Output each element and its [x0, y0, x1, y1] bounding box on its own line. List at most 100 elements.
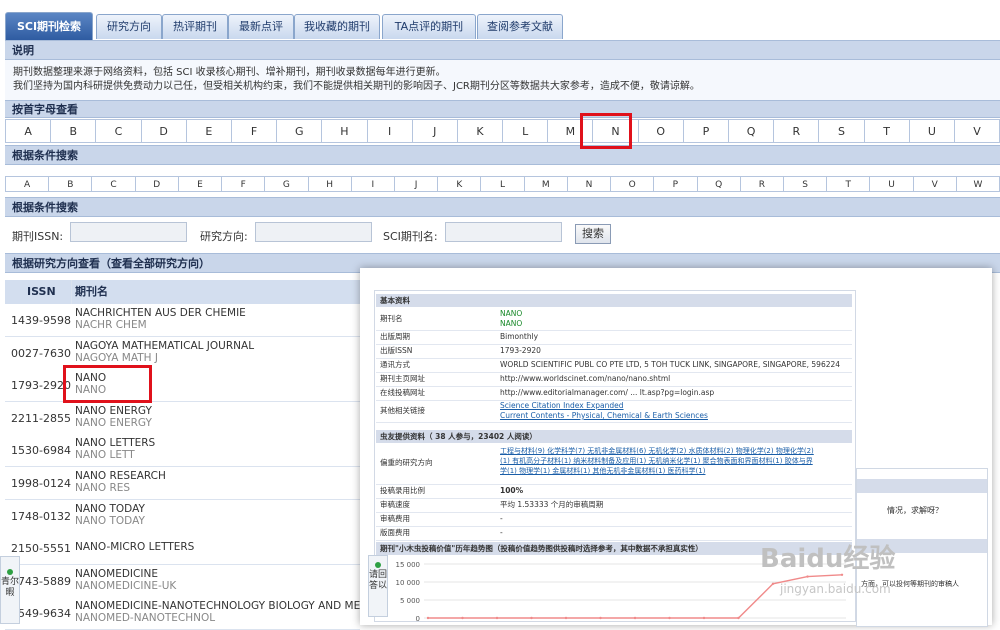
direction-input[interactable] [255, 222, 372, 242]
table-row[interactable]: 2150-5551 NANO-MICRO LETTERS [5, 532, 360, 566]
letter-link-k[interactable]: K [457, 119, 504, 143]
journal-title[interactable]: NANO-MICRO LETTERS [75, 541, 194, 553]
letter-link-o[interactable]: O [638, 119, 684, 143]
row-journal-name[interactable]: NACHRICHTEN AUS DER CHEMIE NACHR CHEM [75, 307, 246, 331]
letter-link-f[interactable]: F [231, 119, 278, 143]
row-journal-name[interactable]: NANOMEDICINE-NANOTECHNOLOGY BIOLOGY AND … [75, 600, 371, 624]
letter-link-alt-a[interactable]: A [5, 176, 50, 192]
detail-value-text: http://www.worldscinet.com/nano/nano.sht… [500, 374, 671, 383]
tab-latest-reviews[interactable]: 最新点评 [228, 14, 294, 39]
letter-link-alt-w[interactable]: W [956, 176, 1000, 192]
letter-link-alt-f[interactable]: F [222, 176, 266, 192]
tab-my-favorites[interactable]: 我收藏的期刊 [294, 14, 380, 39]
side-button-popup[interactable]: 请回答以 [368, 555, 388, 617]
journal-title[interactable]: NANOMEDICINE [75, 568, 176, 580]
table-row[interactable]: 1530-6984 NANO LETTERS NANO LETT [5, 434, 360, 468]
table-row[interactable]: 0027-7630 NAGOYA MATHEMATICAL JOURNAL NAGO… [5, 336, 360, 370]
letter-link-alt-j[interactable]: J [394, 176, 439, 192]
letter-link-r[interactable]: R [774, 119, 820, 143]
letter-link-alt-u[interactable]: U [870, 176, 914, 192]
notice-line-1: 期刊数据整理来源于网络资料，包括 SCI 收录核心期刊、增补期刊，期刊收录数据每… [13, 67, 446, 78]
letter-link-c[interactable]: C [96, 119, 142, 143]
letter-link-g[interactable]: G [277, 119, 323, 143]
table-row[interactable]: 1793-2920 NANO NANO [5, 369, 360, 403]
table-row[interactable]: 2211-2855 NANO ENERGY NANO ENERGY [5, 401, 360, 435]
letter-link-alt-p[interactable]: P [654, 176, 698, 192]
table-row[interactable]: 1439-9598 NACHRICHTEN AUS DER CHEMIE NACHR… [5, 304, 360, 337]
direction-line-3[interactable]: 学(1) 物理学(1) 金属材料(1) 其他无机非金属材料(1) 医药科学(1) [500, 466, 814, 476]
direction-line-1[interactable]: 工程与材料(9) 化学科学(7) 无机非金属材料(6) 无机化学(2) 水质体材… [500, 446, 814, 456]
y-tick-label: 10 000 [396, 579, 421, 587]
letter-link-alt-b[interactable]: B [49, 176, 93, 192]
letter-link-alt-g[interactable]: G [265, 176, 309, 192]
letter-link-alt-r[interactable]: R [740, 176, 784, 192]
tab-sci-search[interactable]: SCI期刊检索 [5, 12, 93, 41]
row-journal-name[interactable]: NAGOYA MATHEMATICAL JOURNAL NAGOYA MATH J [75, 340, 254, 364]
tab-ta-reviewed[interactable]: TA点评的期刊 [382, 14, 476, 39]
detail-value[interactable]: Science Citation Index Expanded Current C… [500, 401, 708, 421]
spacer [5, 166, 1000, 176]
letter-link-v[interactable]: V [954, 119, 1000, 143]
journal-title[interactable]: NANO LETTERS [75, 437, 155, 449]
letter-link-alt-s[interactable]: S [783, 176, 828, 192]
letter-link-e[interactable]: E [186, 119, 232, 143]
letter-link-alt-q[interactable]: Q [697, 176, 741, 192]
journal-title[interactable]: NAGOYA MATHEMATICAL JOURNAL [75, 340, 254, 352]
row-journal-name[interactable]: NANO-MICRO LETTERS [75, 541, 194, 553]
journal-title[interactable]: NANO TODAY [75, 503, 145, 515]
letter-link-b[interactable]: B [51, 119, 97, 143]
letter-link-p[interactable]: P [683, 119, 729, 143]
letter-link-d[interactable]: D [141, 119, 187, 143]
letter-link-alt-d[interactable]: D [135, 176, 179, 192]
letter-index-bottom: ABCDEFGHIJKLMNOPQRSTUVW [5, 176, 1000, 192]
letter-link-l[interactable]: L [503, 119, 549, 143]
letter-link-a[interactable]: A [5, 119, 52, 143]
journal-title[interactable]: NANOMEDICINE-NANOTECHNOLOGY BIOLOGY AND … [75, 600, 371, 612]
row-journal-name[interactable]: NANOMEDICINE NANOMEDICINE-UK [75, 568, 176, 592]
baidu-watermark: Baidu经验 [760, 544, 896, 574]
journal-title[interactable]: NACHRICHTEN AUS DER CHEMIE [75, 307, 246, 319]
issn-input[interactable] [70, 222, 187, 242]
letter-link-alt-t[interactable]: T [827, 176, 871, 192]
letter-link-u[interactable]: U [909, 119, 955, 143]
letter-link-alt-v[interactable]: V [913, 176, 957, 192]
letter-link-t[interactable]: T [864, 119, 910, 143]
tab-research-direction[interactable]: 研究方向 [96, 14, 162, 39]
journal-abbreviation: NACHR CHEM [75, 319, 147, 331]
table-row[interactable]: 1748-0132 NANO TODAY NANO TODAY [5, 499, 360, 533]
letter-link-q[interactable]: Q [729, 119, 775, 143]
letter-link-alt-l[interactable]: L [481, 176, 525, 192]
letter-link-alt-m[interactable]: M [524, 176, 568, 192]
letter-link-alt-k[interactable]: K [438, 176, 482, 192]
letter-link-alt-e[interactable]: E [178, 176, 223, 192]
row-issn: 0027-7630 [11, 346, 71, 360]
detail-value[interactable]: http://www.editorialmanager.com/ ... lt.… [500, 386, 714, 400]
row-journal-name[interactable]: NANO ENERGY NANO ENERGY [75, 405, 152, 429]
journal-name-input[interactable] [445, 222, 562, 242]
tab-hot-journals[interactable]: 热评期刊 [162, 14, 228, 39]
table-row[interactable]: 1998-0124 NANO RESEARCH NANO RES [5, 467, 360, 500]
row-journal-name[interactable]: NANO TODAY NANO TODAY [75, 503, 145, 527]
row-journal-name[interactable]: NANO LETTERS NANO LETT [75, 437, 155, 461]
direction-line-2[interactable]: (1) 有机高分子材料(1) 纳米材料制备及应用(1) 无机纳米化学(1) 聚合… [500, 456, 814, 466]
tab-references[interactable]: 查阅参考文献 [477, 14, 563, 39]
table-row[interactable]: 1743-5889 NANOMEDICINE NANOMEDICINE-UK [5, 564, 360, 598]
row-issn: 1748-0132 [11, 509, 71, 523]
letter-link-alt-o[interactable]: O [611, 176, 655, 192]
detail-value[interactable]: http://www.worldscinet.com/nano/nano.sht… [500, 372, 670, 386]
fee-value: - [500, 514, 503, 523]
search-button[interactable]: 搜索 [575, 224, 611, 244]
letter-link-alt-n[interactable]: N [567, 176, 612, 192]
letter-link-alt-c[interactable]: C [92, 176, 136, 192]
journal-title[interactable]: NANO RESEARCH [75, 470, 166, 482]
journal-title[interactable]: NANO ENERGY [75, 405, 152, 417]
letter-link-alt-h[interactable]: H [308, 176, 352, 192]
letter-link-s[interactable]: S [819, 119, 865, 143]
table-row[interactable]: 1549-9634 NANOMEDICINE-NANOTECHNOLOGY BIO… [5, 597, 371, 630]
side-button-left[interactable]: 青尔暇 [0, 556, 20, 624]
letter-link-i[interactable]: I [367, 119, 413, 143]
row-journal-name[interactable]: NANO RESEARCH NANO RES [75, 470, 166, 494]
letter-link-h[interactable]: H [322, 119, 368, 143]
letter-link-alt-i[interactable]: I [351, 176, 395, 192]
letter-link-j[interactable]: J [412, 119, 458, 143]
